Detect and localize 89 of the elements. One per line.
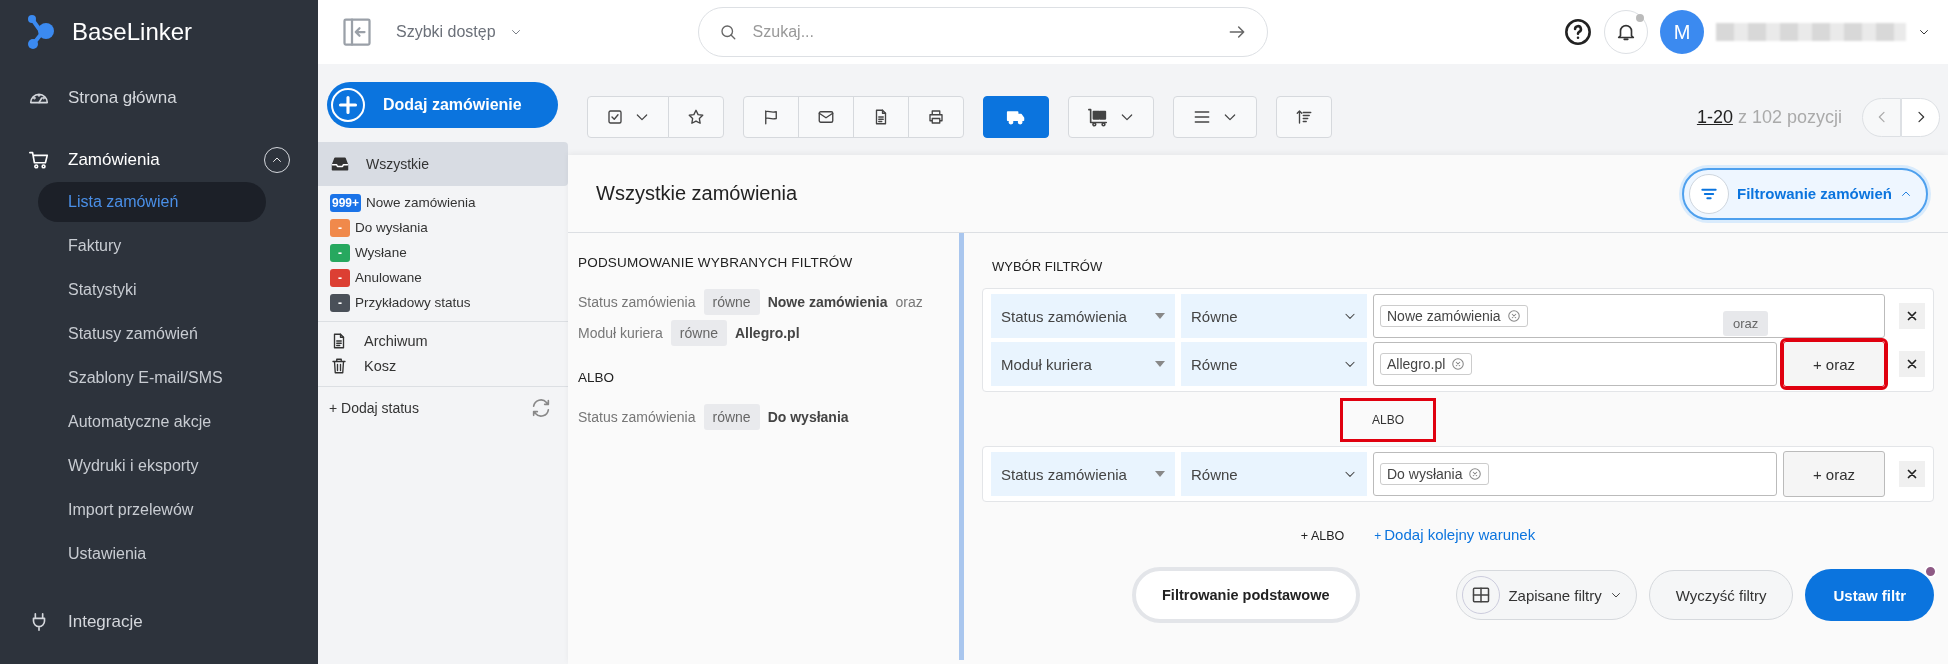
status-item[interactable]: Anulowane [355,270,422,285]
operator-select[interactable]: Równe [1181,342,1367,386]
close-button[interactable] [1899,303,1925,329]
close-button[interactable] [1899,461,1925,487]
tray-icon [330,154,350,174]
grid-icon [1471,585,1492,605]
nav-item[interactable]: Statystyki [38,270,266,310]
sort-icon [1295,108,1313,126]
clear-filters-button[interactable]: Wyczyść filtry [1648,570,1794,620]
status-item[interactable]: Do wysłania [355,220,428,235]
summary-field: Moduł kuriera [578,324,663,341]
checkbox-icon [606,108,624,126]
or-label: ALBO [578,370,616,385]
add-order-button[interactable]: Dodaj zamówienie [327,82,558,128]
nav-item[interactable]: Faktury [38,226,266,266]
page-title: Wszystkie zamówienia [596,182,798,205]
cart-boxes-icon [1087,106,1109,128]
nav-item[interactable]: Lista zamówień [38,182,266,222]
field-select[interactable]: Moduł kuriera [991,342,1175,386]
logo-text[interactable]: BaseLinker [72,18,193,46]
close-icon [1906,310,1918,322]
search-field[interactable]: Szukaj... [750,22,1213,42]
status-badge: - [330,243,350,262]
toolbar-button[interactable] [983,96,1049,138]
section-heading: WYBÓR FILTRÓW [992,259,1104,274]
nav-item[interactable]: Statusy zamówień [38,314,266,354]
envelope-icon [817,108,835,126]
status-item[interactable]: Wysłane [355,245,407,260]
flag-icon [762,108,780,126]
cart-icon [28,149,50,171]
nav-section[interactable]: Zamówienia [0,138,318,182]
value-field[interactable]: Do wysłania [1373,452,1777,496]
folder-item[interactable]: Kosz [318,353,568,378]
add-status-link[interactable]: + Dodaj status [329,400,419,416]
folder-item[interactable]: Archiwum [318,328,568,353]
status-badge: 999+ [330,193,362,212]
and-label: oraz [895,293,923,310]
help-icon [1564,18,1592,46]
nav-section[interactable]: Integracje [0,600,318,644]
summary-field: Status zamówienia [578,293,696,310]
nav-section[interactable]: Strona główna [0,76,318,120]
remove-tag-icon [1506,309,1521,323]
status-item[interactable]: Nowe zamówienia [366,195,476,210]
field-select[interactable]: Status zamówienia [991,452,1175,496]
operator-chip: równe [670,319,727,346]
trash-icon [330,356,348,375]
remove-tag-icon [1468,467,1483,481]
summary-field: Status zamówienia [578,408,696,425]
summary-value: Do wysłania [767,408,849,425]
add-or-link[interactable]: + ALBO [1300,529,1345,543]
refresh-icon [530,397,552,419]
nav-item[interactable]: Wydruki i eksporty [38,446,266,486]
search-icon [718,23,737,41]
pagination-text: 1-20 z 102 pozycji [1696,106,1842,128]
value-field[interactable]: Allegro.pl [1373,342,1777,386]
nav-item[interactable]: Automatyczne akcje [38,402,266,442]
close-button[interactable] [1899,351,1925,377]
close-icon [1906,358,1918,370]
nav-item[interactable]: Ustawienia [38,534,266,574]
add-and-button[interactable]: + oraz [1783,341,1885,387]
status-badge: - [330,293,350,312]
nav-item[interactable]: Import przelewów [38,490,266,530]
field-select[interactable]: Status zamówienia [991,294,1175,338]
tooltip: oraz [1723,311,1769,336]
notifications-button[interactable] [1604,10,1648,54]
add-and-button[interactable]: + oraz [1783,451,1885,497]
status-item[interactable]: Wszystkie [318,142,568,186]
remove-tag-icon [1451,357,1466,371]
operator-select[interactable]: Równe [1181,294,1367,338]
summary-value: Nowe zamówienia [767,293,888,310]
status-item[interactable]: Przykładowy status [355,295,471,310]
operator-select[interactable]: Równe [1181,452,1367,496]
star-icon [687,108,705,126]
or-separator: ALBO [1340,398,1436,442]
printer-icon [927,108,945,126]
saved-filters-button[interactable]: Zapisane filtry [1456,570,1637,620]
close-icon [1906,468,1918,480]
status-badge: - [330,268,350,287]
status-badge: - [330,218,350,237]
filter-toggle-button[interactable]: Filtrowanie zamówień [1681,167,1928,220]
operator-chip: równe [703,403,760,430]
panel-toggle-icon [342,17,372,47]
quick-access-dropdown[interactable]: Szybki dostęp [390,22,528,42]
basic-filtering-button[interactable]: Filtrowanie podstawowe [1132,567,1360,623]
summary-value: Allegro.pl [734,324,800,341]
nav-item[interactable]: Szablony E-mail/SMS [38,358,266,398]
add-condition-link[interactable]: + Dodaj kolejny warunek [1374,526,1536,543]
operator-chip: równe [703,288,760,315]
section-heading: PODSUMOWANIE WYBRANYCH FILTRÓW [578,255,854,270]
